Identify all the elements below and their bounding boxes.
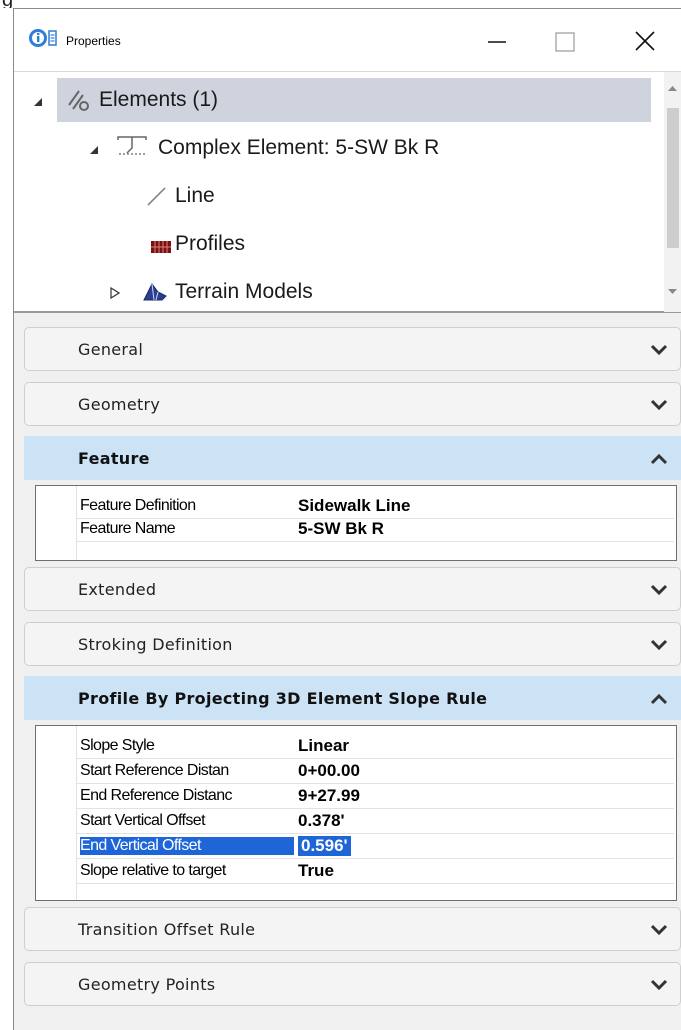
property-row[interactable]: Slope Style Linear bbox=[36, 736, 676, 757]
property-name: End Reference Distanc bbox=[80, 787, 233, 804]
properties-window: Properties Elements (1) Complex Element:… bbox=[13, 8, 681, 1030]
property-row[interactable]: Start Reference Distan 0+00.00 bbox=[36, 761, 676, 782]
collapsed-arrow-icon[interactable] bbox=[110, 286, 121, 304]
property-row[interactable]: Feature Name 5-SW Bk R bbox=[36, 519, 676, 540]
properties-icon bbox=[28, 27, 58, 49]
background-window-edge: g bbox=[0, 0, 681, 8]
scroll-down-icon[interactable] bbox=[664, 286, 681, 298]
property-value-selected[interactable]: 0.596' bbox=[298, 836, 351, 856]
property-row[interactable]: Start Vertical Offset 0.378' bbox=[36, 811, 676, 832]
property-name: End Vertical Offset bbox=[80, 837, 294, 855]
minimize-button[interactable] bbox=[466, 9, 526, 71]
property-row[interactable]: End Reference Distanc 9+27.99 bbox=[36, 786, 676, 807]
property-name: Feature Definition bbox=[80, 497, 196, 514]
row-divider bbox=[76, 858, 674, 859]
maximize-icon bbox=[555, 32, 575, 52]
complex-element-icon bbox=[115, 134, 149, 161]
tree-item-terrain-models[interactable]: Terrain Models bbox=[57, 270, 651, 312]
maximize-button[interactable] bbox=[534, 9, 594, 71]
property-value[interactable]: 9+27.99 bbox=[298, 786, 360, 806]
tree-item-label: Elements (1) bbox=[99, 88, 219, 111]
tree-item-complex-element[interactable]: Complex Element: 5-SW Bk R bbox=[57, 126, 651, 170]
section-transition-offset-rule[interactable]: Transition Offset Rule bbox=[24, 907, 681, 951]
chevron-down-icon[interactable] bbox=[650, 639, 668, 651]
property-row-selected[interactable]: End Vertical Offset 0.596' bbox=[36, 836, 676, 857]
property-row[interactable]: Slope relative to target True bbox=[36, 861, 676, 882]
row-divider bbox=[76, 883, 674, 884]
section-label: Extended bbox=[78, 580, 157, 599]
chevron-up-icon[interactable] bbox=[650, 453, 668, 465]
line-icon bbox=[145, 185, 167, 212]
chevron-down-icon[interactable] bbox=[650, 344, 668, 356]
property-value[interactable]: 5-SW Bk R bbox=[298, 519, 384, 539]
close-icon bbox=[635, 31, 655, 51]
section-feature[interactable]: Feature bbox=[24, 436, 681, 480]
property-value[interactable]: Sidewalk Line bbox=[298, 496, 410, 516]
property-name: Start Vertical Offset bbox=[80, 812, 206, 829]
background-text-fragment: g bbox=[2, 0, 13, 8]
section-general[interactable]: General bbox=[24, 327, 681, 371]
section-label: Feature bbox=[78, 449, 150, 468]
section-label: Geometry bbox=[78, 395, 161, 414]
property-name: Start Reference Distan bbox=[80, 762, 229, 779]
expanded-arrow-icon[interactable] bbox=[33, 94, 43, 112]
terrain-models-icon bbox=[142, 280, 168, 307]
section-label: General bbox=[78, 340, 144, 359]
elements-icon bbox=[65, 87, 91, 118]
feature-property-grid: Feature Definition Sidewalk Line Feature… bbox=[35, 485, 677, 561]
tree-item-label: Profiles bbox=[175, 232, 246, 255]
section-profile-slope-rule[interactable]: Profile By Projecting 3D Element Slope R… bbox=[24, 676, 681, 720]
tree-item-label: Line bbox=[175, 184, 215, 207]
property-value[interactable]: 0+00.00 bbox=[298, 761, 360, 781]
row-divider bbox=[76, 833, 674, 834]
property-value[interactable]: 0.378' bbox=[298, 811, 345, 831]
element-tree[interactable]: Elements (1) Complex Element: 5-SW Bk R … bbox=[14, 71, 681, 313]
title-bar[interactable]: Properties bbox=[14, 9, 681, 71]
chevron-down-icon[interactable] bbox=[650, 979, 668, 991]
property-value[interactable]: True bbox=[298, 861, 334, 881]
section-geometry[interactable]: Geometry bbox=[24, 382, 681, 426]
close-button[interactable] bbox=[614, 9, 674, 71]
property-name: Feature Name bbox=[80, 520, 176, 537]
row-divider bbox=[76, 541, 674, 542]
profile-rule-property-grid: Slope Style Linear Start Reference Dista… bbox=[35, 725, 677, 901]
section-label: Profile By Projecting 3D Element Slope R… bbox=[78, 689, 488, 708]
section-label: Stroking Definition bbox=[78, 635, 233, 654]
minimize-icon bbox=[488, 41, 506, 43]
property-value[interactable]: Linear bbox=[298, 736, 349, 756]
tree-item-elements[interactable]: Elements (1) bbox=[34, 78, 651, 122]
expanded-arrow-icon[interactable] bbox=[89, 142, 99, 160]
property-name: Slope Style bbox=[80, 737, 155, 754]
scrollbar-thumb[interactable] bbox=[667, 108, 679, 248]
chevron-up-icon[interactable] bbox=[650, 693, 668, 705]
section-extended[interactable]: Extended bbox=[24, 567, 681, 611]
window-title: Properties bbox=[66, 34, 121, 48]
row-divider bbox=[76, 783, 674, 784]
profiles-icon bbox=[151, 240, 171, 258]
tree-item-label: Terrain Models bbox=[175, 280, 313, 303]
row-divider bbox=[76, 758, 674, 759]
chevron-down-icon[interactable] bbox=[650, 924, 668, 936]
section-geometry-points[interactable]: Geometry Points bbox=[24, 962, 681, 1006]
property-row[interactable]: Feature Definition Sidewalk Line bbox=[36, 496, 676, 517]
scroll-up-icon[interactable] bbox=[664, 82, 681, 94]
section-label: Geometry Points bbox=[78, 975, 216, 994]
property-name: Slope relative to target bbox=[80, 862, 226, 879]
section-stroking-definition[interactable]: Stroking Definition bbox=[24, 622, 681, 666]
chevron-down-icon[interactable] bbox=[650, 584, 668, 596]
tree-scrollbar[interactable] bbox=[664, 72, 681, 312]
row-divider bbox=[76, 808, 674, 809]
chevron-down-icon[interactable] bbox=[650, 399, 668, 411]
tree-item-label: Complex Element: 5-SW Bk R bbox=[158, 136, 440, 159]
section-label: Transition Offset Rule bbox=[78, 920, 256, 939]
tree-item-profiles[interactable]: Profiles bbox=[57, 222, 651, 266]
tree-item-line[interactable]: Line bbox=[57, 174, 651, 218]
